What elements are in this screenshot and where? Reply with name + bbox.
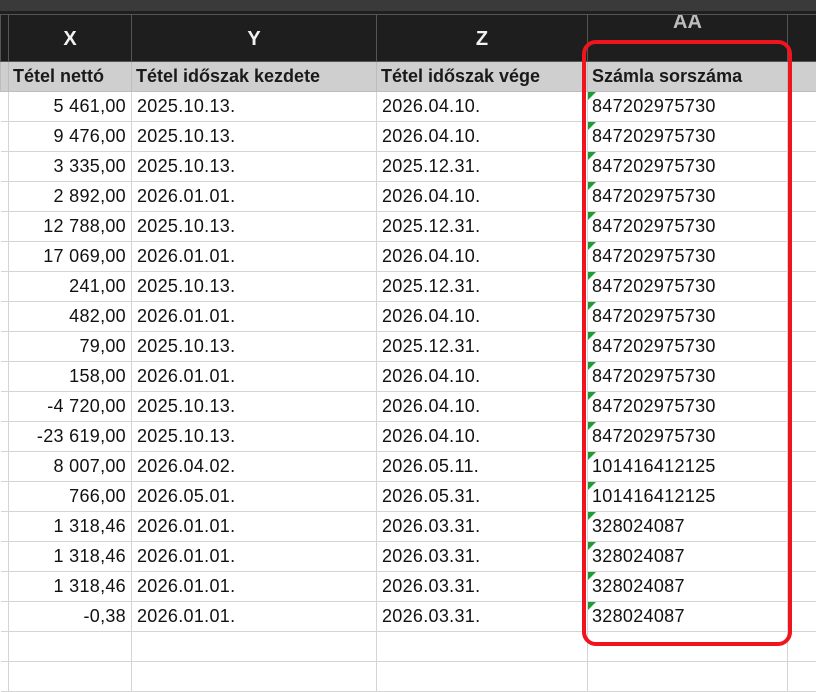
empty-cell[interactable] bbox=[588, 662, 788, 692]
cell-tetel-netto[interactable]: -0,38 bbox=[9, 602, 132, 632]
cell-tetel-netto[interactable]: 12 788,00 bbox=[9, 212, 132, 242]
cell-tetel-netto[interactable]: 5 461,00 bbox=[9, 92, 132, 122]
column-header-x[interactable]: X bbox=[9, 15, 132, 62]
cell-tetel-netto[interactable]: 241,00 bbox=[9, 272, 132, 302]
cell-idoszak-kezdete[interactable]: 2026.01.01. bbox=[132, 182, 377, 212]
row-stub-cell[interactable] bbox=[1, 392, 9, 422]
cell-idoszak-kezdete[interactable]: 2026.01.01. bbox=[132, 512, 377, 542]
row-stub-cell[interactable] bbox=[1, 182, 9, 212]
cell-idoszak-kezdete[interactable]: 2025.10.13. bbox=[132, 152, 377, 182]
empty-cell[interactable] bbox=[132, 632, 377, 662]
empty-cell[interactable] bbox=[377, 632, 588, 662]
cell-tetel-netto[interactable]: 482,00 bbox=[9, 302, 132, 332]
highlight-annotation-box bbox=[582, 40, 792, 646]
cell-idoszak-vege[interactable]: 2026.03.31. bbox=[377, 512, 588, 542]
field-header-stub[interactable] bbox=[1, 62, 9, 92]
empty-cell[interactable] bbox=[377, 662, 588, 692]
row-stub-cell[interactable] bbox=[1, 122, 9, 152]
cell-tetel-netto[interactable]: 8 007,00 bbox=[9, 452, 132, 482]
cell-idoszak-vege[interactable]: 2026.04.10. bbox=[377, 302, 588, 332]
row-stub-cell[interactable] bbox=[1, 482, 9, 512]
empty-row bbox=[1, 662, 816, 692]
row-stub-cell[interactable] bbox=[1, 152, 9, 182]
row-stub-cell[interactable] bbox=[1, 632, 9, 662]
cell-idoszak-kezdete[interactable]: 2026.04.02. bbox=[132, 452, 377, 482]
cell-idoszak-vege[interactable]: 2026.04.10. bbox=[377, 92, 588, 122]
cell-tetel-netto[interactable]: 17 069,00 bbox=[9, 242, 132, 272]
cell-idoszak-kezdete[interactable]: 2025.10.13. bbox=[132, 422, 377, 452]
cell-idoszak-vege[interactable]: 2026.05.11. bbox=[377, 452, 588, 482]
column-header-z[interactable]: Z bbox=[377, 15, 588, 62]
cell-idoszak-kezdete[interactable]: 2026.01.01. bbox=[132, 362, 377, 392]
empty-cell[interactable] bbox=[788, 632, 816, 662]
cell-idoszak-kezdete[interactable]: 2025.10.13. bbox=[132, 122, 377, 152]
cell-idoszak-kezdete[interactable]: 2026.01.01. bbox=[132, 602, 377, 632]
cell-idoszak-vege[interactable]: 2026.03.31. bbox=[377, 542, 588, 572]
cell-idoszak-vege[interactable]: 2026.04.10. bbox=[377, 362, 588, 392]
row-stub-cell[interactable] bbox=[1, 662, 9, 692]
cell-idoszak-kezdete[interactable]: 2025.10.13. bbox=[132, 392, 377, 422]
row-stub-cell[interactable] bbox=[1, 542, 9, 572]
cell-idoszak-vege[interactable]: 2026.04.10. bbox=[377, 422, 588, 452]
cell-idoszak-vege[interactable]: 2025.12.31. bbox=[377, 212, 588, 242]
cell-tetel-netto[interactable]: -4 720,00 bbox=[9, 392, 132, 422]
row-stub-cell[interactable] bbox=[1, 602, 9, 632]
cell-idoszak-kezdete[interactable]: 2026.01.01. bbox=[132, 542, 377, 572]
column-header-y[interactable]: Y bbox=[132, 15, 377, 62]
row-stub-cell[interactable] bbox=[1, 362, 9, 392]
empty-cell[interactable] bbox=[9, 662, 132, 692]
cell-idoszak-kezdete[interactable]: 2026.05.01. bbox=[132, 482, 377, 512]
row-stub-cell[interactable] bbox=[1, 92, 9, 122]
cell-idoszak-kezdete[interactable]: 2025.10.13. bbox=[132, 332, 377, 362]
cell-tetel-netto[interactable]: 2 892,00 bbox=[9, 182, 132, 212]
cell-tetel-netto[interactable]: -23 619,00 bbox=[9, 422, 132, 452]
cell-tetel-netto[interactable]: 79,00 bbox=[9, 332, 132, 362]
cell-idoszak-vege[interactable]: 2025.12.31. bbox=[377, 152, 588, 182]
row-stub-cell[interactable] bbox=[1, 242, 9, 272]
cell-tetel-netto[interactable]: 1 318,46 bbox=[9, 542, 132, 572]
header-idoszak-vege[interactable]: Tétel időszak vége bbox=[377, 62, 588, 92]
row-stub-cell[interactable] bbox=[1, 212, 9, 242]
header-tetel-netto[interactable]: Tétel nettó bbox=[9, 62, 132, 92]
cell-tetel-netto[interactable]: 3 335,00 bbox=[9, 152, 132, 182]
cell-idoszak-vege[interactable]: 2026.04.10. bbox=[377, 392, 588, 422]
cell-idoszak-kezdete[interactable]: 2025.10.13. bbox=[132, 92, 377, 122]
column-header-w[interactable] bbox=[1, 15, 9, 62]
cell-idoszak-vege[interactable]: 2025.12.31. bbox=[377, 332, 588, 362]
cell-idoszak-vege[interactable]: 2026.03.31. bbox=[377, 602, 588, 632]
cell-tetel-netto[interactable]: 1 318,46 bbox=[9, 572, 132, 602]
cell-idoszak-vege[interactable]: 2026.04.10. bbox=[377, 182, 588, 212]
row-stub-cell[interactable] bbox=[1, 572, 9, 602]
empty-cell[interactable] bbox=[9, 632, 132, 662]
header-idoszak-kezdete[interactable]: Tétel időszak kezdete bbox=[132, 62, 377, 92]
row-stub-cell[interactable] bbox=[1, 272, 9, 302]
window-toolbar-strip bbox=[0, 0, 816, 11]
cell-tetel-netto[interactable]: 766,00 bbox=[9, 482, 132, 512]
empty-cell[interactable] bbox=[132, 662, 377, 692]
cell-tetel-netto[interactable]: 9 476,00 bbox=[9, 122, 132, 152]
cell-idoszak-vege[interactable]: 2026.05.31. bbox=[377, 482, 588, 512]
cell-idoszak-vege[interactable]: 2025.12.31. bbox=[377, 272, 588, 302]
cell-idoszak-kezdete[interactable]: 2026.01.01. bbox=[132, 242, 377, 272]
empty-cell[interactable] bbox=[788, 662, 816, 692]
row-stub-cell[interactable] bbox=[1, 332, 9, 362]
cell-idoszak-vege[interactable]: 2026.03.31. bbox=[377, 572, 588, 602]
cell-idoszak-vege[interactable]: 2026.04.10. bbox=[377, 122, 588, 152]
cell-tetel-netto[interactable]: 158,00 bbox=[9, 362, 132, 392]
cell-idoszak-vege[interactable]: 2026.04.10. bbox=[377, 242, 588, 272]
row-stub-cell[interactable] bbox=[1, 422, 9, 452]
cell-tetel-netto[interactable]: 1 318,46 bbox=[9, 512, 132, 542]
cell-idoszak-kezdete[interactable]: 2026.01.01. bbox=[132, 572, 377, 602]
cell-idoszak-kezdete[interactable]: 2025.10.13. bbox=[132, 272, 377, 302]
cell-idoszak-kezdete[interactable]: 2026.01.01. bbox=[132, 302, 377, 332]
cell-idoszak-kezdete[interactable]: 2025.10.13. bbox=[132, 212, 377, 242]
row-stub-cell[interactable] bbox=[1, 302, 9, 332]
row-stub-cell[interactable] bbox=[1, 452, 9, 482]
row-stub-cell[interactable] bbox=[1, 512, 9, 542]
